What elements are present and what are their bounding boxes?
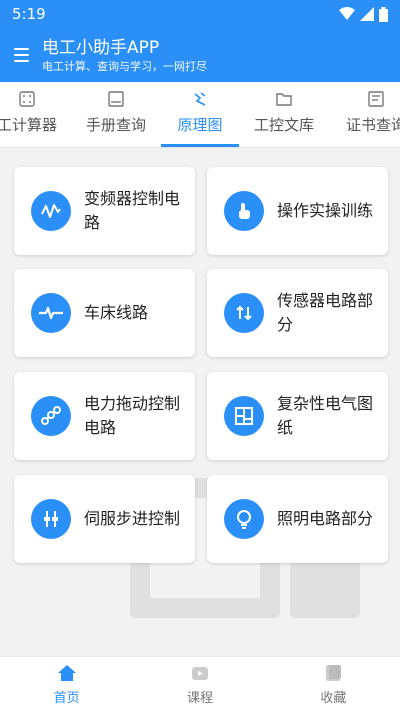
card-inverter-circuit[interactable]: 变频器控制电路 bbox=[14, 167, 195, 255]
blueprint-icon bbox=[224, 396, 264, 436]
card-label: 复杂性电气图纸 bbox=[277, 394, 374, 437]
card-label: 操作实操训练 bbox=[277, 201, 374, 220]
video-icon bbox=[191, 667, 208, 680]
arrows-icon bbox=[224, 293, 264, 333]
tab-label: 证书查询 bbox=[345, 116, 400, 134]
wifi-icon bbox=[339, 7, 355, 20]
card-practice-training[interactable]: 操作实操训练 bbox=[207, 167, 388, 255]
card-drag-control[interactable]: 电力拖动控制电路 bbox=[14, 372, 195, 460]
bulb-icon bbox=[224, 499, 264, 539]
card-lathe-circuit[interactable]: 车床线路 bbox=[14, 269, 195, 357]
hamburger-line bbox=[13, 60, 29, 62]
book-icon bbox=[108, 91, 124, 107]
card-label: 照明电路部分 bbox=[277, 509, 374, 528]
tab-library[interactable]: 工控文库 bbox=[246, 82, 322, 147]
status-icons bbox=[339, 6, 388, 22]
schematic-icon bbox=[194, 92, 206, 106]
tab-label: 手册查询 bbox=[85, 116, 146, 134]
hamburger-icon bbox=[13, 48, 29, 50]
hand-pointer-icon bbox=[224, 191, 264, 231]
bookmark-icon bbox=[326, 665, 342, 681]
title-block: 电工小助手APP 电工计算、查询与学习，一网打尽 bbox=[42, 37, 207, 74]
status-time: 5:19 bbox=[12, 5, 46, 23]
hamburger-line bbox=[13, 54, 29, 56]
home-icon bbox=[57, 665, 76, 681]
card-label: 车床线路 bbox=[84, 303, 149, 322]
signal-icon bbox=[360, 7, 374, 21]
card-label: 传感器电路部分 bbox=[277, 291, 374, 334]
bottom-navigation: 首页 课程 收藏 bbox=[0, 656, 400, 712]
card-grid: 变频器控制电路 操作实操训练 车床线路 传感器电路部分 电力拖动控制电路 复杂性… bbox=[0, 148, 400, 656]
tab-certificate[interactable]: 证书查询 bbox=[338, 82, 400, 147]
card-label: 变频器控制电路 bbox=[84, 189, 181, 232]
certificate-icon bbox=[368, 91, 384, 107]
card-lighting-circuit[interactable]: 照明电路部分 bbox=[207, 475, 388, 563]
tab-bar: 工计算器 手册查询 原理图 工控文库 证书查询 bbox=[0, 82, 400, 148]
tab-calculator[interactable]: 工计算器 bbox=[0, 82, 60, 147]
app-bar: 电工小助手APP 电工计算、查询与学习，一网打尽 bbox=[0, 28, 400, 82]
card-label: 电力拖动控制电路 bbox=[84, 394, 181, 437]
nav-courses[interactable]: 课程 bbox=[133, 657, 266, 712]
folder-icon bbox=[276, 93, 292, 106]
nav-label: 课程 bbox=[186, 691, 213, 706]
tab-label: 原理图 bbox=[177, 116, 223, 134]
battery-icon bbox=[379, 6, 388, 22]
waveform-icon bbox=[31, 191, 71, 231]
card-servo-stepper[interactable]: 伺服步进控制 bbox=[14, 475, 195, 563]
plug-icon bbox=[31, 499, 71, 539]
tab-manual[interactable]: 手册查询 bbox=[78, 82, 154, 147]
nav-label: 首页 bbox=[53, 691, 80, 706]
active-tab-indicator bbox=[161, 144, 239, 147]
app-title: 电工小助手APP bbox=[42, 37, 160, 58]
tab-label: 工控文库 bbox=[253, 116, 314, 134]
nodes-icon bbox=[31, 396, 71, 436]
nav-label: 收藏 bbox=[320, 691, 347, 706]
tab-label: 工计算器 bbox=[0, 116, 57, 134]
card-sensor-circuit[interactable]: 传感器电路部分 bbox=[207, 269, 388, 357]
app-subtitle: 电工计算、查询与学习，一网打尽 bbox=[42, 59, 207, 73]
card-complex-drawings[interactable]: 复杂性电气图纸 bbox=[207, 372, 388, 460]
menu-button[interactable] bbox=[0, 28, 42, 82]
status-bar: 5:19 bbox=[0, 0, 400, 28]
calculator-icon bbox=[19, 91, 35, 107]
nav-home[interactable]: 首页 bbox=[0, 657, 133, 712]
nav-favorites[interactable]: 收藏 bbox=[267, 657, 400, 712]
tab-schematic[interactable]: 原理图 bbox=[161, 82, 239, 147]
card-label: 伺服步进控制 bbox=[84, 509, 181, 528]
pulse-icon bbox=[31, 293, 71, 333]
